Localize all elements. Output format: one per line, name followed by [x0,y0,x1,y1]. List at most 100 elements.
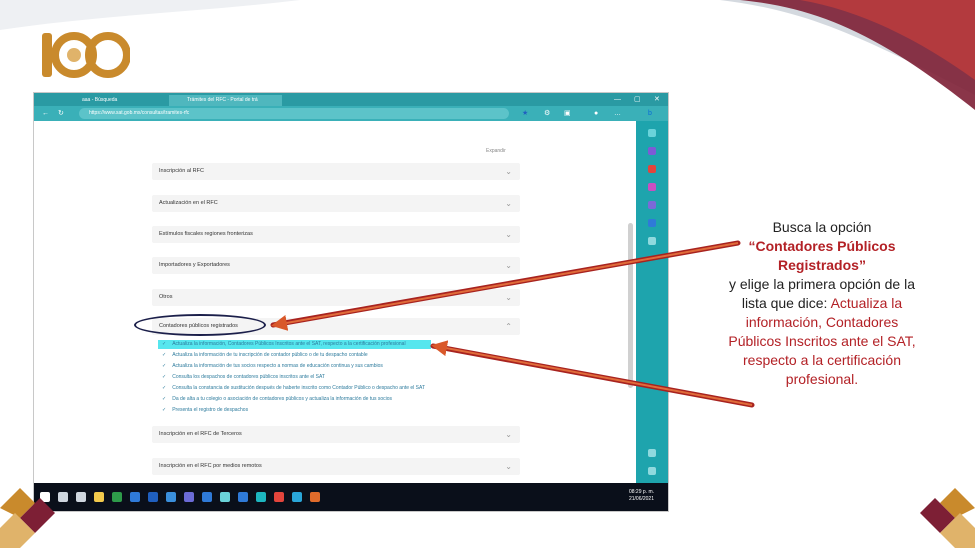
accordion-inscripcion[interactable]: Inscripción al RFC ⌄ [152,163,520,180]
check-icon: ✓ [162,407,167,413]
back-arrow-icon[interactable]: ← [42,106,49,121]
callout-line-red: respecto a la certificación [743,352,901,368]
word-icon[interactable] [202,492,212,502]
callout-line: Busca la opción [772,219,872,235]
clock-date: 21/06/2021 [628,496,654,502]
close-button[interactable]: ✕ [654,93,660,106]
callout-line-emphasis: “Contadores Públicos [748,238,896,254]
check-icon: ✓ [162,385,167,391]
bing-icon[interactable]: b [648,106,652,121]
browser-titlebar: aaa - Búsqueda Trámites del RFC - Portal… [34,93,668,106]
check-icon: ✓ [162,363,167,369]
menu-icon[interactable]: … [614,106,621,121]
office-icon[interactable] [648,201,656,209]
sub-item[interactable]: ✓ Actualiza la información de tu inscripc… [162,351,368,359]
sub-item-label: Consulta la constancia de sustitución de… [172,385,426,391]
collections-icon[interactable]: ▣ [564,106,571,121]
callout-line-red: Públicos Inscritos ante el SAT, [728,333,916,349]
add-icon[interactable] [648,237,656,245]
search-icon[interactable] [648,129,656,137]
check-icon: ✓ [162,352,167,358]
tools-icon[interactable] [648,165,656,173]
games-icon[interactable] [648,183,656,191]
accordion-label: Inscripción en el RFC de Terceros [159,431,242,437]
callout-text: lista que dice: [741,295,831,311]
sub-item-label: Actualiza la información, Contadores Púb… [172,341,406,347]
star-icon[interactable]: ★ [522,106,528,121]
refresh-icon[interactable]: ↻ [58,106,64,121]
check-icon: ✓ [162,396,167,402]
accordion-label: Inscripción al RFC [159,168,204,174]
accordion-importadores[interactable]: Importadores y Exportadores ⌄ [152,257,520,274]
anniversary-logo [42,32,130,78]
browser-toolbar: ← ↻ https://www.sat.gob.mx/consultas/tra… [34,106,668,121]
mail-icon[interactable] [238,492,248,502]
accordion-terceros[interactable]: Inscripción en el RFC de Terceros ⌄ [152,426,520,443]
task-view-icon[interactable] [76,492,86,502]
powerpoint-icon[interactable] [310,492,320,502]
instruction-callout: Busca la opción “Contadores Públicos Reg… [686,218,958,389]
teams-icon[interactable] [220,492,230,502]
accordion-label: Estímulos fiscales regiones fronterizas [159,231,253,237]
tab-busqueda[interactable]: aaa - Búsqueda [64,95,177,106]
callout-text-red: Actualiza la [830,295,903,311]
outlook-icon[interactable] [148,492,158,502]
settings-icon[interactable] [648,467,656,475]
accordion-actualizacion[interactable]: Actualización en el RFC ⌄ [152,195,520,212]
tab-label: Trámites del RFC - Portal de trá [187,97,258,103]
callout-line: lista que dice: Actualiza la [686,294,958,313]
sub-item[interactable]: ✓ Actualiza la información, Contadores Pú… [162,340,406,348]
sub-item[interactable]: ✓ Da de alta a tu colegio o asociación de… [162,395,392,403]
profile-icon[interactable]: ● [594,106,598,121]
accordion-estimulos[interactable]: Estímulos fiscales regiones fronterizas … [152,226,520,243]
accordion-label: Actualización en el RFC [159,200,218,206]
sub-item-label: Consulta los despachos de contadores púb… [172,374,325,380]
clock[interactable]: 08:29 p. m. 21/06/2021 [629,489,654,503]
scrollbar[interactable] [628,223,633,388]
accordion-label: Importadores y Exportadores [159,262,230,268]
minimize-button[interactable]: — [614,93,621,106]
sub-item-label: Actualiza la información de tu inscripci… [172,352,368,358]
sub-item-label: Actualiza la información de tus socios r… [172,363,383,369]
check-icon: ✓ [162,374,167,380]
highlight-oval [134,314,266,336]
chrome-icon[interactable] [274,492,284,502]
edge-icon[interactable] [256,492,266,502]
chevron-down-icon: ⌄ [505,293,512,302]
maximize-button[interactable]: ▢ [634,93,641,106]
photos-icon[interactable] [184,492,194,502]
accordion-otros[interactable]: Otros ⌄ [152,289,520,306]
layout-icon[interactable] [648,449,656,457]
callout-line-red: profesional. [785,371,859,387]
outlook-icon[interactable] [648,219,656,227]
accordion-label: Inscripción en el RFC por medios remotos [159,463,262,469]
tab-tramites-rfc[interactable]: Trámites del RFC - Portal de trá [169,95,282,106]
browser-screenshot: aaa - Búsqueda Trámites del RFC - Portal… [34,93,668,511]
sub-item[interactable]: ✓ Consulta la constancia de sustitución d… [162,384,425,392]
chevron-up-icon: ⌃ [505,322,512,331]
app-icon[interactable] [292,492,302,502]
sub-item-label: Presenta el registro de despachos [172,407,249,413]
tab-label: aaa - Búsqueda [82,97,118,103]
windows-taskbar: 08:29 p. m. 21/06/2021 [34,483,668,511]
decorative-corner-right [920,488,975,548]
shopping-icon[interactable] [648,147,656,155]
expand-all-link[interactable]: Expandir [486,148,506,154]
chevron-down-icon: ⌄ [505,199,512,208]
file-explorer-icon[interactable] [94,492,104,502]
excel-icon[interactable] [112,492,122,502]
address-bar[interactable]: https://www.sat.gob.mx/consultas/tramite… [79,108,509,119]
sub-item-label: Da de alta a tu colegio o asociación de … [172,396,393,402]
accordion-medios-remotos[interactable]: Inscripción en el RFC por medios remotos… [152,458,520,475]
chevron-down-icon: ⌄ [505,167,512,176]
extensions-icon[interactable]: ⚙ [544,106,550,121]
store-icon[interactable] [166,492,176,502]
sub-item[interactable]: ✓ Presenta el registro de despachos [162,406,248,414]
chevron-down-icon: ⌄ [505,430,512,439]
sub-item[interactable]: ✓ Actualiza la información de tus socios … [162,362,383,370]
chevron-down-icon: ⌄ [505,261,512,270]
chevron-down-icon: ⌄ [505,230,512,239]
clock-time: 08:29 p. m. [628,489,654,495]
sub-item[interactable]: ✓ Consulta los despachos de contadores pú… [162,373,325,381]
internet-explorer-icon[interactable] [130,492,140,502]
